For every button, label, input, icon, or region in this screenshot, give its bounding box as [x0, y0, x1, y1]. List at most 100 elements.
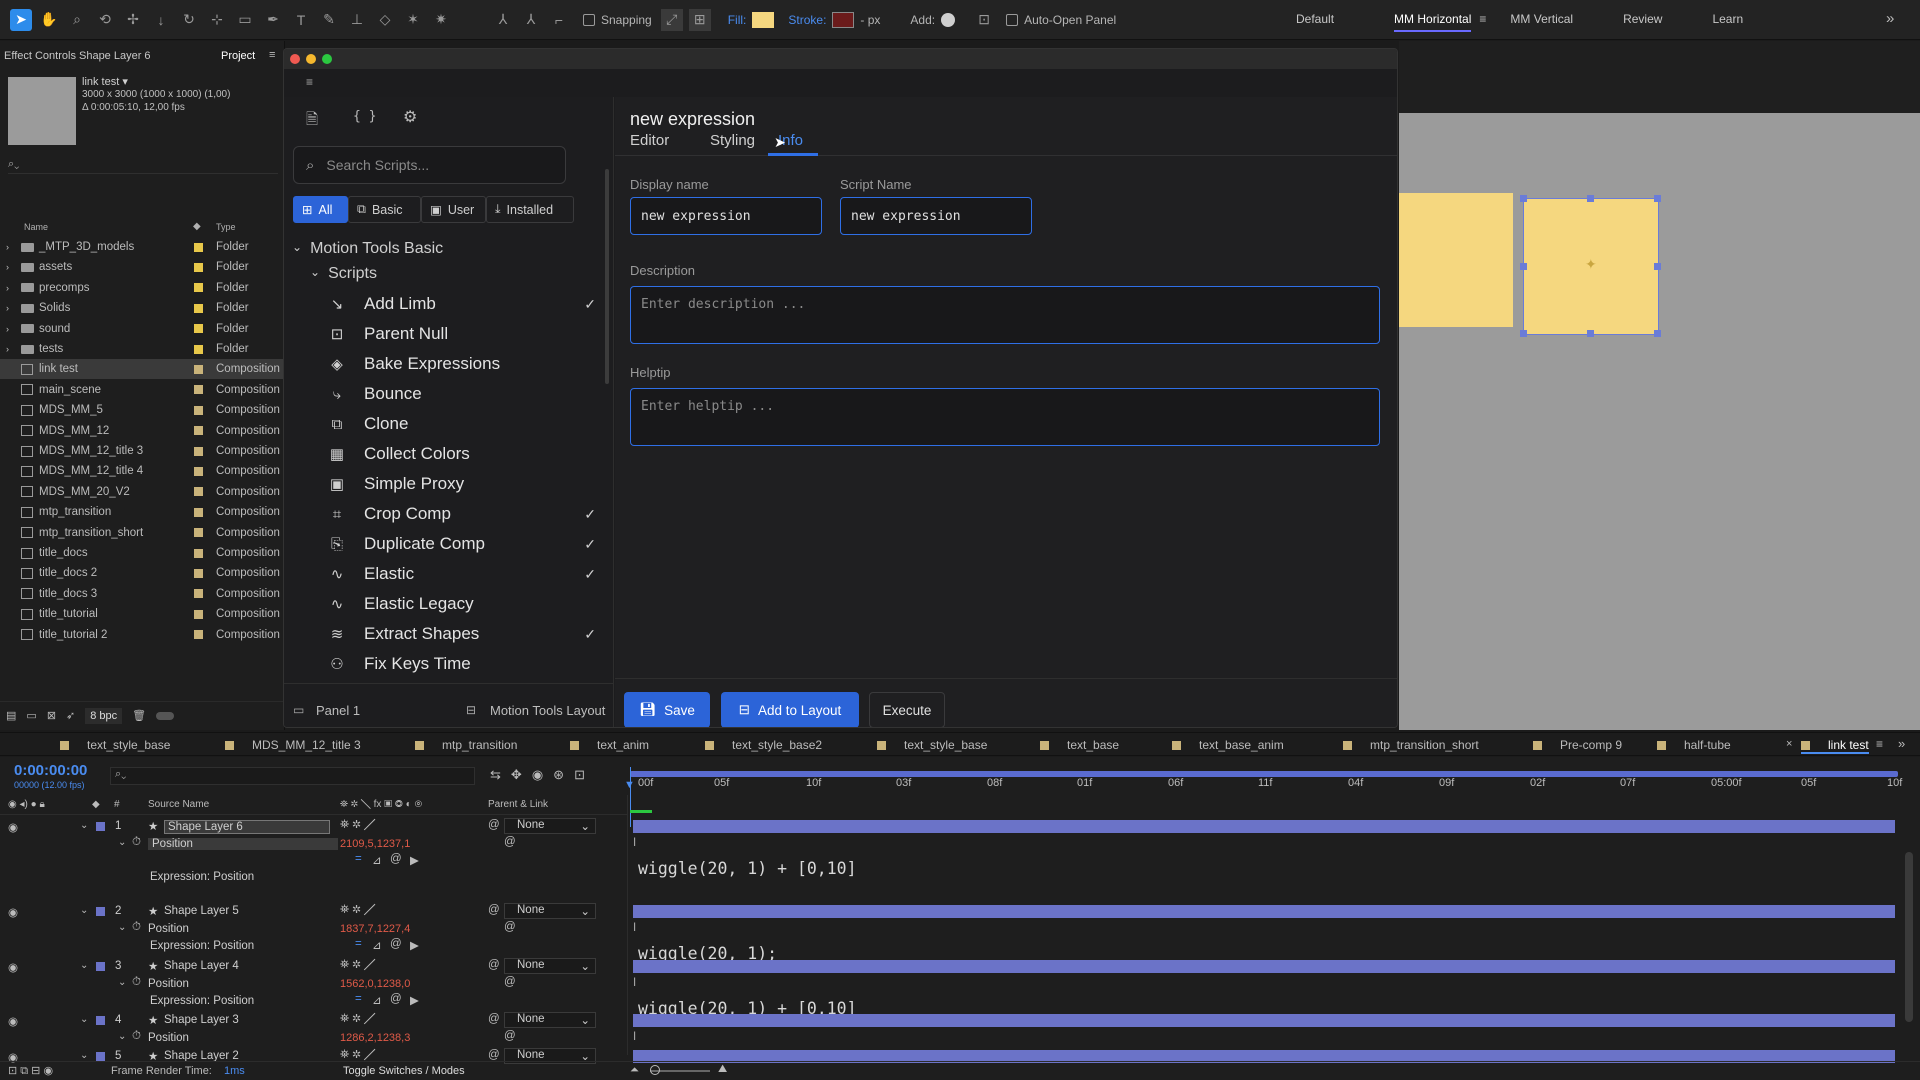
stroke-width-label[interactable]: - px [860, 13, 880, 27]
project-item[interactable]: › tests Folder [0, 339, 285, 359]
bpc-label[interactable]: 8 bpc [85, 707, 123, 724]
project-item[interactable]: title_tutorial Composition [0, 604, 285, 624]
label-color-swatch[interactable] [194, 262, 203, 272]
label-color-swatch[interactable] [194, 426, 203, 436]
code-braces-icon[interactable]: { } [353, 109, 376, 124]
chevron-down-icon[interactable]: ⌄ [80, 1014, 88, 1025]
layer-name[interactable]: Shape Layer 6 [164, 820, 330, 834]
helptip-textarea[interactable]: Enter helptip ... [630, 388, 1380, 446]
label-color-swatch[interactable] [194, 283, 203, 293]
zoom-slider-handle[interactable] [650, 1065, 660, 1075]
close-window-icon[interactable] [290, 54, 300, 64]
comp-tab[interactable]: half-tube [1657, 738, 1731, 752]
tab-editor[interactable]: Editor [630, 132, 669, 149]
expression-enable-icon[interactable]: = [355, 993, 362, 1005]
rectangle-tool-icon[interactable]: ▭ [234, 9, 256, 31]
project-item[interactable]: MDS_MM_20_V2 Composition [0, 482, 285, 502]
pickwhip-icon[interactable]: @ [488, 1013, 500, 1025]
script-item[interactable]: ⚇ Fix Keys Time [326, 649, 606, 679]
label-color-swatch[interactable] [194, 364, 203, 374]
expression-pickwhip-icon[interactable]: @ [390, 853, 402, 865]
layer-track-bar[interactable] [633, 960, 1895, 973]
chevron-right-icon[interactable]: › [6, 242, 9, 252]
comp-tab[interactable]: text_base_anim [1172, 738, 1284, 752]
layer-row[interactable]: ◉ ⌄ 3 ★ Shape Layer 4 ⛯ ✲ ╱ @ None ⌄ [0, 957, 627, 977]
layer-label-swatch[interactable] [96, 962, 105, 971]
selection-tool-icon[interactable]: ➤ [10, 8, 32, 31]
script-item[interactable]: ⤷ Bounce [326, 379, 606, 409]
eraser-tool-icon[interactable]: ◇ [374, 9, 396, 31]
layer-name[interactable]: Shape Layer 4 [164, 960, 239, 972]
footer-toggle-icons[interactable]: ⊡ ⧉ ⊟ ◉ [8, 1064, 53, 1078]
label-color-swatch[interactable] [194, 446, 203, 456]
project-item[interactable]: title_tutorial 2 Composition [0, 625, 285, 645]
snapping-checkbox[interactable] [583, 13, 595, 26]
settings-gear-icon[interactable]: ⚙ [403, 107, 417, 127]
pan-tool-icon[interactable]: ✢ [122, 9, 144, 31]
hand-tool-icon[interactable]: ✋ [38, 9, 60, 31]
layer-row[interactable]: ◉ ⌄ 4 ★ Shape Layer 3 ⛯ ✲ ╱ @ None ⌄ [0, 1011, 627, 1031]
maximize-window-icon[interactable] [322, 54, 332, 64]
script-item[interactable]: ∿ Elastic ✓ [326, 559, 606, 589]
project-item[interactable]: main_scene Composition [0, 380, 285, 400]
workspace-mm-horizontal[interactable]: MM Horizontal [1394, 12, 1472, 32]
roto-brush-tool-icon[interactable]: ✶ [402, 9, 424, 31]
script-name-input[interactable]: new expression [840, 197, 1032, 235]
script-item[interactable]: ◈ Bake Expressions [326, 349, 606, 379]
layer-switches-icons[interactable]: ⛯ ✲ ╱ [340, 819, 375, 832]
visibility-eye-icon[interactable]: ◉ [8, 1014, 18, 1028]
parent-dropdown[interactable]: None ⌄ [504, 903, 596, 919]
comp-tab[interactable]: mtp_transition [415, 738, 517, 752]
footer-panel-label[interactable]: Panel 1 [316, 703, 360, 718]
effect-controls-tab[interactable]: Effect Controls Shape Layer 6 [4, 50, 151, 62]
expression-language-menu-icon[interactable]: ▶ [410, 993, 419, 1007]
layer-name[interactable]: Shape Layer 3 [164, 1014, 239, 1026]
zoom-in-icon[interactable]: ⛰ [718, 1063, 727, 1076]
render-queue-icon[interactable]: ➶ [66, 709, 75, 722]
pickwhip-icon[interactable]: @ [504, 976, 516, 988]
chevron-down-icon[interactable]: ⌄ [118, 922, 126, 933]
project-item[interactable]: mtp_transition Composition [0, 502, 285, 522]
layer-switches-icons[interactable]: ⛯ ✲ ╱ [340, 959, 375, 972]
expression-graph-icon[interactable]: ⊿ [372, 853, 382, 867]
chevron-down-icon[interactable]: ⌄ [118, 977, 126, 988]
filter-installed-button[interactable]: ⤓ Installed [486, 196, 574, 223]
stopwatch-icon[interactable]: ⏱︎ [132, 976, 141, 989]
layer-label-swatch[interactable] [96, 1052, 105, 1061]
new-folder-icon[interactable]: ▭ [26, 709, 36, 722]
fill-swatch[interactable] [752, 11, 775, 28]
hamburger-menu-icon[interactable]: ≡ [306, 75, 313, 89]
snap-grid-icon[interactable]: ⊞ [688, 8, 711, 31]
label-color-swatch[interactable] [194, 344, 203, 354]
script-item[interactable]: ⊡ Parent Null [326, 319, 606, 349]
comp-tab[interactable]: MDS_MM_12_title 3 [225, 738, 361, 752]
comp-tab[interactable]: text_style_base [60, 738, 170, 752]
parent-link-header[interactable]: Parent & Link [488, 799, 548, 810]
chevron-down-icon[interactable]: ⌄ [80, 1050, 88, 1061]
expression-graph-icon[interactable]: ⊿ [372, 938, 382, 952]
label-column-icon[interactable]: ◆ [193, 221, 201, 232]
timeline-search-input[interactable]: ⌕⌄ [110, 767, 475, 785]
chevron-down-icon[interactable]: ⌄ [118, 837, 126, 848]
project-item[interactable]: MDS_MM_12 Composition [0, 421, 285, 441]
pickwhip-icon[interactable]: @ [488, 1049, 500, 1061]
project-item[interactable]: title_docs 2 Composition [0, 563, 285, 583]
subgroup-scripts[interactable]: ⌄ Scripts [310, 265, 377, 283]
file-icon[interactable]: 🗎︎ [306, 109, 318, 134]
panel-menu-icon[interactable]: ≡ [269, 49, 275, 61]
script-item[interactable]: ⧉ Clone [326, 409, 606, 439]
description-textarea[interactable]: Enter description ... [630, 286, 1380, 344]
project-search-input[interactable]: ⌕⌄ [8, 156, 278, 174]
project-item[interactable]: mtp_transition_short Composition [0, 523, 285, 543]
property-row[interactable]: ⌄ ⏱︎ Position 1562,0,1238,0 @ I [0, 975, 636, 995]
playhead[interactable] [630, 767, 631, 827]
script-item[interactable]: ▦ Collect Colors [326, 439, 606, 469]
stopwatch-icon[interactable]: ⏱︎ [132, 836, 141, 849]
anchor-tool-icon[interactable]: ⊹ [206, 9, 228, 31]
layer-track-bar[interactable] [633, 1014, 1895, 1027]
chevron-down-icon[interactable]: ⌄ [80, 820, 88, 831]
group-motion-tools-basic[interactable]: ⌄ Motion Tools Basic [292, 240, 443, 258]
comp-name[interactable]: link test ▾ [82, 75, 128, 88]
property-row[interactable]: ⌄ ⏱︎ Position 1837,7,1227,4 @ I [0, 920, 636, 940]
comp-flowchart-icon[interactable]: ⇆ [490, 767, 501, 783]
